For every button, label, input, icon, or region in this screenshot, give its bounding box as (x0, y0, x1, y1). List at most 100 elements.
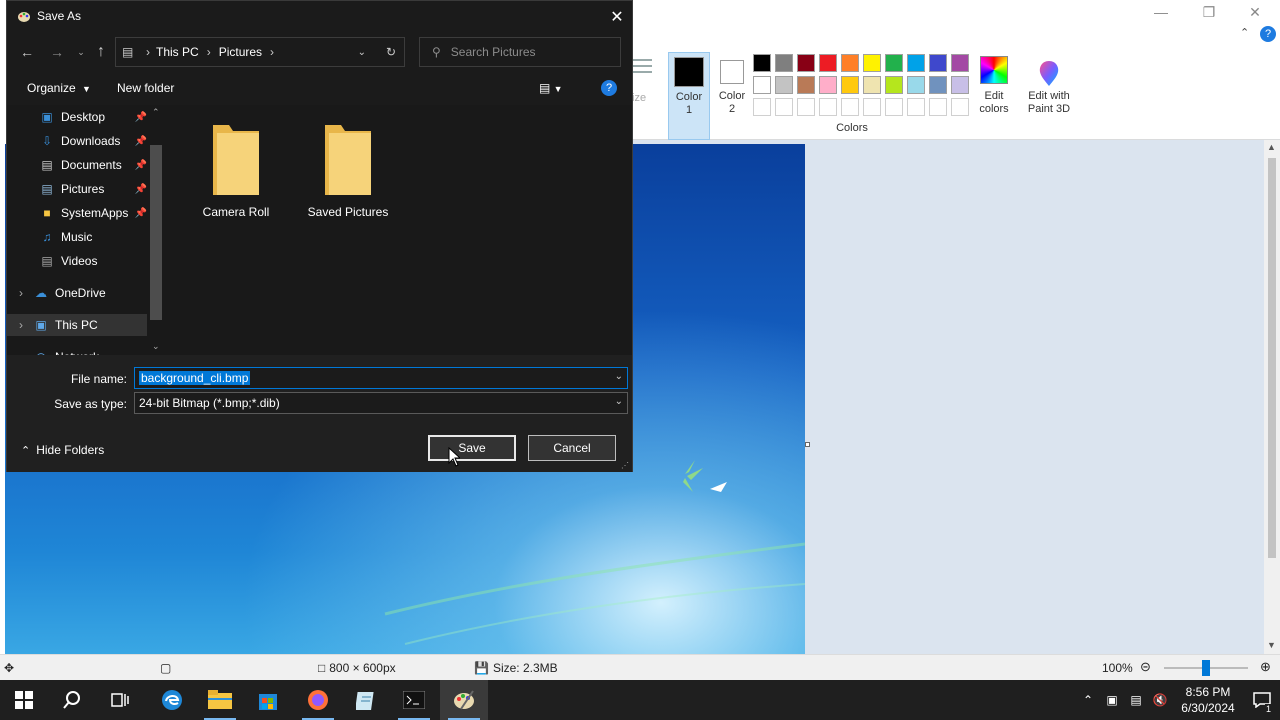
file-name-input[interactable]: background_cli.bmp ⌄ (134, 367, 628, 389)
nav-item-desktop[interactable]: ▣ Desktop 📌 (7, 106, 147, 128)
zoom-slider[interactable] (1164, 660, 1248, 676)
new-folder-button[interactable]: New folder (117, 81, 174, 95)
store-icon[interactable] (244, 680, 292, 720)
expand-chevron-icon[interactable]: › (19, 286, 23, 300)
clock[interactable]: 8:56 PM 6/30/2024 (1172, 684, 1244, 716)
custom-color-slot[interactable] (775, 98, 793, 116)
up-arrow-icon[interactable]: ↑ (91, 42, 111, 62)
task-view-icon[interactable] (96, 680, 144, 720)
custom-color-slot[interactable] (797, 98, 815, 116)
organize-button[interactable]: Organize ▼ (27, 81, 91, 95)
back-arrow-icon[interactable]: ← (17, 42, 37, 62)
breadcrumb-this-pc[interactable]: This PC (156, 45, 199, 59)
show-hidden-icons-icon[interactable]: ⌃ (1076, 693, 1100, 707)
color-swatch[interactable] (863, 54, 881, 72)
scroll-up-icon[interactable]: ▲ (1267, 142, 1276, 152)
color-swatch[interactable] (951, 54, 969, 72)
nav-item-downloads[interactable]: ⇩ Downloads 📌 (7, 130, 147, 152)
restore-icon[interactable]: ❐ (1186, 0, 1232, 24)
color-swatch[interactable] (819, 54, 837, 72)
edit-colors-button[interactable]: Edit colors (976, 52, 1012, 140)
color2-button[interactable]: Color 2 (712, 52, 752, 140)
color-swatch[interactable] (907, 54, 925, 72)
forward-arrow-icon[interactable]: → (47, 42, 67, 62)
custom-color-slot[interactable] (907, 98, 925, 116)
zoom-out-icon[interactable]: ⊝ (1140, 659, 1151, 675)
scroll-down-icon[interactable]: ▼ (1267, 640, 1276, 650)
firefox-icon[interactable] (294, 680, 342, 720)
expand-chevron-icon[interactable]: › (19, 318, 23, 332)
resize-grip-icon[interactable]: ⋰ (621, 461, 629, 470)
color-swatch[interactable] (885, 54, 903, 72)
nav-item-onedrive[interactable]: › ☁ OneDrive (7, 282, 147, 304)
color-swatch[interactable] (951, 76, 969, 94)
color-swatch[interactable] (797, 76, 815, 94)
notification-center-icon[interactable]: 1 (1244, 680, 1280, 720)
lines-icon[interactable] (632, 56, 652, 80)
dialog-close-icon[interactable]: ✕ (602, 1, 632, 32)
folder-item[interactable]: Camera Roll (181, 119, 291, 219)
resize-handle[interactable] (805, 442, 810, 447)
color-swatch[interactable] (907, 76, 925, 94)
navigation-scrollbar[interactable]: ⌃ ⌄ (148, 105, 165, 355)
save-button[interactable]: Save (428, 435, 516, 461)
color-swatch[interactable] (819, 76, 837, 94)
search-icon[interactable] (48, 680, 96, 720)
start-icon[interactable] (0, 680, 48, 720)
color-swatch[interactable] (797, 54, 815, 72)
color-swatch[interactable] (863, 76, 881, 94)
color-swatch[interactable] (775, 54, 793, 72)
file-explorer-icon[interactable] (196, 680, 244, 720)
color-swatch[interactable] (753, 54, 771, 72)
nav-item-systemapps[interactable]: ■ SystemApps 📌 (7, 202, 147, 224)
scrollbar-thumb[interactable] (1268, 158, 1276, 558)
nav-item-documents[interactable]: ▤ Documents 📌 (7, 154, 147, 176)
minimize-icon[interactable]: — (1138, 0, 1184, 24)
address-bar[interactable]: ▤ › This PC › Pictures › ⌄ ↻ (115, 37, 405, 67)
paint-taskbar-icon[interactable] (440, 680, 488, 720)
color-swatch[interactable] (929, 54, 947, 72)
color1-button[interactable]: Color 1 (668, 52, 710, 140)
refresh-icon[interactable]: ↻ (386, 45, 396, 59)
dialog-help-icon[interactable]: ? (601, 80, 617, 96)
nav-item-videos[interactable]: ▤ Videos (7, 250, 147, 272)
edge-icon[interactable] (148, 680, 196, 720)
color-swatch[interactable] (775, 76, 793, 94)
close-window-icon[interactable]: ✕ (1232, 0, 1278, 24)
nav-scrollbar-thumb[interactable] (150, 145, 162, 320)
notepad-icon[interactable] (342, 680, 390, 720)
collapse-ribbon-icon[interactable]: ⌃ (1240, 26, 1249, 39)
color-swatch[interactable] (753, 76, 771, 94)
folder-item[interactable]: Saved Pictures (293, 119, 403, 219)
meet-now-icon[interactable]: ▣ (1100, 693, 1124, 707)
nav-scroll-up-icon[interactable]: ⌃ (152, 107, 160, 118)
view-options-icon[interactable]: ▤ ▼ (539, 81, 563, 95)
nav-item-music[interactable]: ♫ Music (7, 226, 147, 248)
help-icon[interactable]: ? (1260, 26, 1276, 42)
custom-color-slot[interactable] (951, 98, 969, 116)
custom-color-slot[interactable] (929, 98, 947, 116)
file-name-dropdown-icon[interactable]: ⌄ (615, 371, 623, 382)
custom-color-slot[interactable] (819, 98, 837, 116)
vertical-scrollbar[interactable]: ▲ ▼ (1264, 140, 1280, 654)
hide-folders-button[interactable]: ⌃ Hide Folders (21, 443, 104, 457)
recent-locations-icon[interactable]: ⌄ (71, 42, 91, 62)
custom-color-slot[interactable] (863, 98, 881, 116)
zoom-slider-thumb[interactable] (1202, 660, 1210, 676)
nav-scroll-down-icon[interactable]: ⌄ (152, 341, 160, 352)
terminal-icon[interactable] (390, 680, 438, 720)
cancel-button[interactable]: Cancel (528, 435, 616, 461)
color-swatch[interactable] (885, 76, 903, 94)
search-input[interactable]: ⚲ Search Pictures (419, 37, 621, 67)
custom-color-slot[interactable] (841, 98, 859, 116)
color-swatch[interactable] (841, 54, 859, 72)
color-swatch[interactable] (841, 76, 859, 94)
custom-color-slot[interactable] (753, 98, 771, 116)
nav-item-network[interactable]: ›◉Network (7, 346, 147, 355)
breadcrumb-pictures[interactable]: Pictures (219, 45, 262, 59)
volume-muted-icon[interactable]: 🔇 (1148, 693, 1172, 707)
zoom-in-icon[interactable]: ⊕ (1260, 659, 1271, 675)
edit-paint3d-button[interactable]: Edit with Paint 3D (1024, 52, 1074, 140)
custom-color-slot[interactable] (885, 98, 903, 116)
network-status-icon[interactable]: ▤ (1124, 693, 1148, 707)
